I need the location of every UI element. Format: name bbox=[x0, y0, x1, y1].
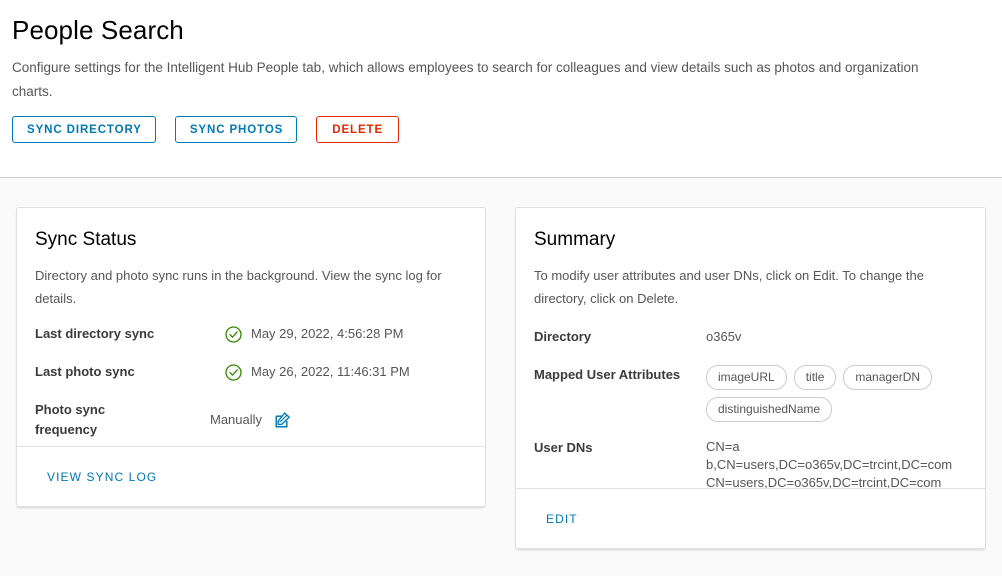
mapped-user-attributes-row: Mapped User Attributes imageURL title ma… bbox=[534, 365, 967, 422]
delete-button[interactable]: DELETE bbox=[316, 116, 400, 143]
sync-status-card-footer: VIEW SYNC LOG bbox=[17, 446, 485, 506]
last-photo-sync-label: Last photo sync bbox=[35, 364, 135, 379]
summary-card: Summary To modify user attributes and us… bbox=[515, 207, 986, 549]
directory-value: o365v bbox=[706, 329, 742, 344]
user-dns-label: User DNs bbox=[534, 440, 593, 455]
sync-status-title: Sync Status bbox=[35, 229, 137, 250]
last-directory-sync-label: Last directory sync bbox=[35, 326, 155, 341]
summary-card-footer: EDIT bbox=[516, 488, 985, 548]
user-dns-value-group: CN=a b,CN=users,DC=o365v,DC=trcint,DC=co… bbox=[706, 438, 967, 492]
content-area: Sync Status Directory and photo sync run… bbox=[0, 179, 1002, 576]
success-check-icon bbox=[225, 363, 242, 381]
page-title: People Search bbox=[12, 15, 184, 45]
page-description: Configure settings for the Intelligent H… bbox=[12, 60, 919, 99]
last-photo-sync-row: Last photo sync May 26, 2022, 11:46:31 P… bbox=[35, 362, 467, 382]
last-photo-sync-value-group: May 26, 2022, 11:46:31 PM bbox=[225, 362, 467, 382]
sync-photos-button[interactable]: SYNC PHOTOS bbox=[174, 116, 298, 143]
summary-description: To modify user attributes and user DNs, … bbox=[534, 268, 924, 306]
user-dn-line: b,CN=users,DC=o365v,DC=trcint,DC=com bbox=[706, 457, 953, 472]
sync-directory-button[interactable]: SYNC DIRECTORY bbox=[12, 116, 156, 143]
attribute-chip[interactable]: imageURL bbox=[706, 365, 787, 390]
edit-pencil-icon[interactable] bbox=[275, 412, 291, 428]
mapped-user-attributes-label: Mapped User Attributes bbox=[534, 367, 681, 382]
last-directory-sync-value-group: May 29, 2022, 4:56:28 PM bbox=[225, 324, 467, 344]
photo-sync-frequency-row: Photo sync frequency Manually bbox=[35, 400, 467, 440]
user-dns-value-list: CN=a b,CN=users,DC=o365v,DC=trcint,DC=co… bbox=[706, 438, 952, 492]
attribute-chip-list: imageURL title managerDN distinguishedNa… bbox=[706, 365, 967, 422]
attribute-chip[interactable]: title bbox=[793, 365, 837, 390]
directory-row: Directory o365v bbox=[534, 327, 967, 347]
attribute-chip[interactable]: managerDN bbox=[843, 365, 933, 390]
last-directory-sync-row: Last directory sync May 29, 2022, 4:56:2… bbox=[35, 324, 467, 344]
sync-status-card: Sync Status Directory and photo sync run… bbox=[16, 207, 486, 507]
sync-status-description: Directory and photo sync runs in the bac… bbox=[35, 268, 442, 306]
last-photo-sync-value: May 26, 2022, 11:46:31 PM bbox=[251, 364, 410, 379]
directory-label: Directory bbox=[534, 329, 592, 344]
attribute-chip[interactable]: distinguishedName bbox=[706, 397, 833, 422]
photo-sync-frequency-label: Photo sync frequency bbox=[35, 402, 106, 437]
success-check-icon bbox=[225, 325, 242, 343]
user-dn-line: CN=a bbox=[706, 439, 740, 454]
header-action-buttons: SYNC DIRECTORY SYNC PHOTOS DELETE bbox=[12, 116, 990, 143]
summary-title: Summary bbox=[534, 229, 616, 250]
view-sync-log-link[interactable]: VIEW SYNC LOG bbox=[47, 470, 157, 484]
photo-sync-frequency-value-group: Manually bbox=[210, 400, 467, 430]
people-search-page: People Search Configure settings for the… bbox=[0, 0, 1002, 576]
mapped-user-attributes-value-group: imageURL title managerDN distinguishedNa… bbox=[706, 365, 967, 422]
sync-status-body: Sync Status Directory and photo sync run… bbox=[17, 208, 485, 440]
user-dns-row: User DNs CN=a b,CN=users,DC=o365v,DC=trc… bbox=[534, 438, 967, 492]
page-header: People Search Configure settings for the… bbox=[0, 0, 1002, 178]
last-directory-sync-value: May 29, 2022, 4:56:28 PM bbox=[251, 326, 404, 341]
photo-sync-frequency-value: Manually bbox=[210, 412, 263, 427]
summary-body: Summary To modify user attributes and us… bbox=[516, 208, 985, 492]
edit-link[interactable]: EDIT bbox=[546, 512, 578, 526]
